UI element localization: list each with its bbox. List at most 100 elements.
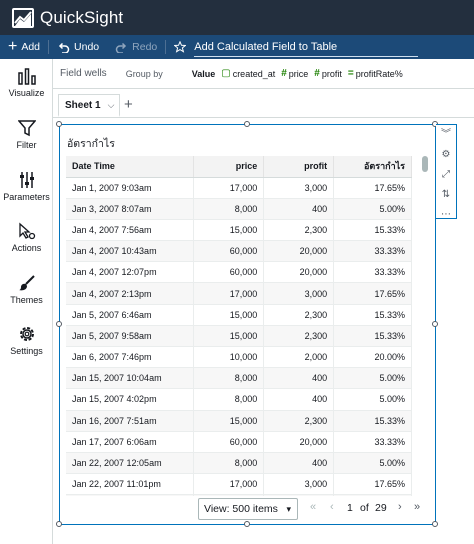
value-well-label: Value [191,68,216,79]
add-button[interactable]: + Add [0,35,48,59]
nav-actions[interactable]: Actions [0,222,53,253]
undo-button[interactable]: Undo [49,35,107,59]
table-cell: Jan 1, 2007 9:03am [66,177,195,199]
tab-sheet-1[interactable]: Sheet 1 ⌵ [58,94,120,117]
chevron-down-icon[interactable]: ⌵ [108,100,115,111]
undo-label: Undo [74,41,100,53]
column-header-profit-rate[interactable]: อัตรากำไร [333,156,412,178]
left-nav: Visualize Filter Parameters Actions Them… [0,59,53,544]
field-wells-toggle[interactable]: Field wells [60,68,107,79]
current-page: 1 [347,502,353,514]
table-cell: 60,000 [193,261,265,284]
table-row[interactable]: Jan 4, 2007 7:56am 15,000 2,300 15.33% [66,219,412,242]
table-row[interactable]: Jan 1, 2007 9:03am 17,000 3,000 17.65% [66,177,412,199]
nav-themes[interactable]: Themes [0,274,53,305]
table-row[interactable]: Jan 4, 2007 10:43am 60,000 20,000 33.33% [66,240,412,263]
table-row[interactable]: Jan 15, 2007 10:04am 8,000 400 5.00% [66,367,412,390]
table-row[interactable]: Jan 5, 2007 6:46am 15,000 2,300 15.33% [66,304,412,326]
table-row[interactable]: Jan 17, 2007 6:06am 60,000 20,000 33.33% [66,431,412,453]
undo-icon [58,42,70,53]
table-row[interactable]: Jan 16, 2007 7:51am 15,000 2,300 15.33% [66,410,412,432]
column-header-datetime[interactable]: Date Time [66,156,195,178]
page-size-select[interactable]: View: 500 items ▾ [198,498,298,520]
table-cell: 2,300 [263,325,335,348]
nav-settings[interactable]: Settings [0,325,53,356]
table-visual[interactable]: อัตรากำไร Date Time price profit อัตรากำ… [56,121,438,527]
table-cell: 5.00% [333,367,412,390]
table-row[interactable]: Jan 3, 2007 8:07am 8,000 400 5.00% [66,198,412,220]
field-chip-created-at[interactable]: ▢ created_at [221,68,275,79]
table-row[interactable]: Jan 15, 2007 4:02pm 8,000 400 5.00% [66,388,412,411]
first-page-icon[interactable]: « [310,501,316,513]
nav-visualize[interactable]: Visualize [0,67,53,98]
nav-actions-label: Actions [11,243,42,253]
table-scroll-area[interactable]: Date Time price profit อัตรากำไร Jan 1, … [66,156,416,496]
resize-handle[interactable] [244,521,250,527]
nav-parameters[interactable]: Parameters [0,171,53,202]
next-page-icon[interactable]: › [398,501,402,513]
hash-icon: # [314,68,320,79]
more-options-icon[interactable]: ⋯ [441,205,451,225]
table-cell: 15.33% [333,304,412,326]
table-cell: 20.00% [333,346,412,369]
calculated-field-icon: = [347,68,354,79]
nav-visualize-label: Visualize [8,88,45,98]
table-cell: 17.65% [333,177,412,199]
table-cell: 5.00% [333,388,412,411]
table-row[interactable]: Jan 22, 2007 11:01pm 17,000 3,000 17.65% [66,473,412,496]
resize-handle[interactable] [56,521,62,527]
gear-icon [19,327,34,341]
plus-icon: + [8,38,18,55]
table-cell: 60,000 [193,431,265,453]
last-page-icon[interactable]: » [414,501,420,513]
table-cell: 8,000 [193,388,265,411]
table-cell: 8,000 [193,452,265,475]
table-cell: 15,000 [193,325,265,348]
redo-icon [115,42,127,53]
table-cell: 3,000 [263,473,335,496]
field-chip-profit-rate[interactable]: = profitRate% [348,68,403,79]
redo-button[interactable]: Redo [107,35,165,59]
favorite-button[interactable] [166,35,190,59]
format-visual-icon[interactable]: ⚙ [442,145,451,165]
analysis-name-input[interactable]: Add Calculated Field to Table [194,38,419,57]
resize-handle[interactable] [432,521,438,527]
funnel-icon [17,120,36,137]
brush-icon [18,275,35,291]
visual-title[interactable]: อัตรากำไร [67,135,115,152]
group-by-well[interactable]: Group by [126,69,163,79]
previous-page-icon[interactable]: ‹ [330,501,334,513]
resize-handle[interactable] [244,121,250,127]
add-sheet-button[interactable]: + [124,96,133,113]
table-cell: Jan 4, 2007 2:13pm [66,282,195,305]
table-cell: 17,000 [193,177,265,199]
table-row[interactable]: Jan 4, 2007 12:07pm 60,000 20,000 33.33% [66,261,412,284]
sheet-tabs: Sheet 1 ⌵ + [53,89,474,117]
table-cell: 33.33% [333,240,412,263]
table-cell: Jan 17, 2007 6:06am [66,431,195,453]
resize-handle[interactable] [56,121,62,127]
table-cell: 2,300 [263,219,335,242]
nav-filter[interactable]: Filter [0,119,53,150]
table-row[interactable]: Jan 22, 2007 12:05am 8,000 400 5.00% [66,452,412,475]
table-cell: Jan 15, 2007 4:02pm [66,388,195,411]
field-chip-price[interactable]: # price [281,68,308,79]
column-header-profit[interactable]: profit [263,156,335,178]
table-row[interactable]: Jan 4, 2007 2:13pm 17,000 3,000 17.65% [66,282,412,305]
table-row[interactable]: Jan 5, 2007 9:58am 15,000 2,300 15.33% [66,325,412,348]
resize-handle[interactable] [56,321,62,327]
collapse-icon[interactable]: ︾ [441,125,451,145]
field-chip-profit[interactable]: # profit [314,68,342,79]
vertical-scrollbar[interactable] [422,156,428,172]
table-cell: 17,000 [193,473,265,496]
table-cell: Jan 6, 2007 7:46pm [66,346,195,369]
resize-handle[interactable] [432,321,438,327]
column-header-price[interactable]: price [193,156,265,178]
table-cell: 400 [263,388,335,411]
table-cell: 5.00% [333,452,412,475]
table-cell: Jan 16, 2007 7:51am [66,410,195,432]
swap-icon[interactable]: ⇅ [442,185,450,205]
table-cell: Jan 5, 2007 9:58am [66,325,195,348]
expand-icon[interactable]: ⤢ [442,165,450,185]
table-row[interactable]: Jan 6, 2007 7:46pm 10,000 2,000 20.00% [66,346,412,369]
